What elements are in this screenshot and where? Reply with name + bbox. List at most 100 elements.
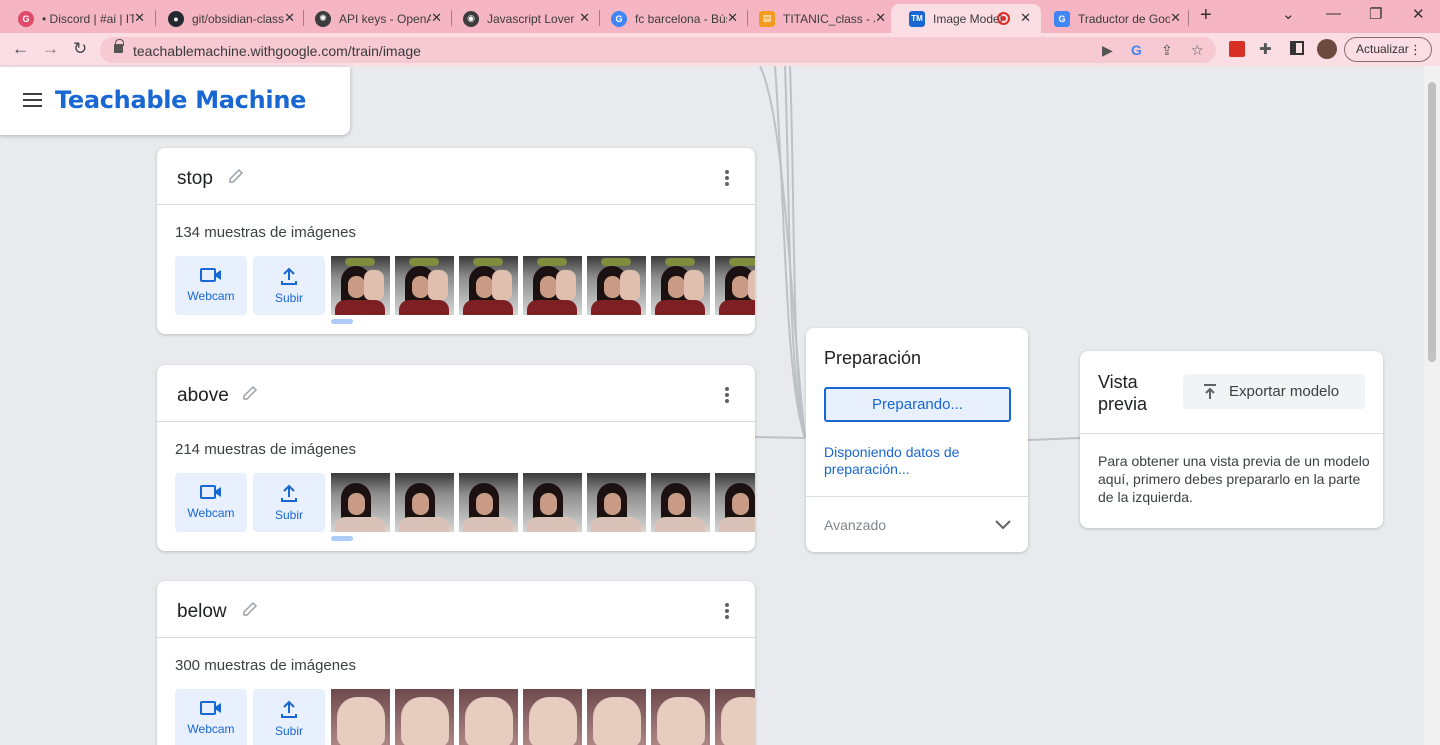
tab-javascript-lover[interactable]: ◉ Javascript Lover ✕	[445, 4, 600, 33]
update-label: Actualizar	[1356, 42, 1409, 56]
sample-thumbnail[interactable]	[331, 473, 390, 532]
tab-google-search[interactable]: G fc barcelona - Bús ✕	[593, 4, 748, 33]
class-options-icon[interactable]	[725, 387, 729, 403]
sample-thumbnail[interactable]	[395, 473, 454, 532]
tab-search-chevron-icon[interactable]: ⌄	[1282, 5, 1295, 23]
google-lens-icon[interactable]: G	[1131, 42, 1142, 58]
preview-card: Vista previa Exportar modelo Para obtene…	[1080, 351, 1383, 528]
divider	[1080, 433, 1383, 434]
class-name[interactable]: below	[177, 601, 227, 623]
sample-thumbnail[interactable]	[523, 473, 582, 532]
update-button[interactable]: Actualizar ⋮	[1344, 37, 1432, 62]
sample-thumbnail[interactable]	[331, 689, 390, 745]
tab-title: TITANIC_class - Ju	[783, 11, 875, 26]
webcam-label: Webcam	[187, 722, 235, 736]
thumbnail-scroll-indicator[interactable]	[331, 536, 353, 541]
upload-button[interactable]: Subir	[253, 689, 325, 745]
train-model-button[interactable]: Preparando...	[824, 387, 1011, 422]
chevron-down-icon[interactable]	[994, 518, 1012, 530]
webcam-button[interactable]: Webcam	[175, 473, 247, 532]
sample-thumbnail[interactable]	[395, 689, 454, 745]
menu-icon[interactable]	[23, 93, 42, 107]
export-model-button[interactable]: Exportar modelo	[1183, 374, 1365, 409]
sample-thumbnail[interactable]	[459, 473, 518, 532]
tab-github[interactable]: ● git/obsidian-class ✕	[150, 4, 305, 33]
class-options-icon[interactable]	[725, 603, 729, 619]
sample-thumbnail[interactable]	[715, 473, 755, 532]
extensions-puzzle-icon[interactable]: ✚	[1259, 40, 1272, 58]
advanced-toggle[interactable]: Avanzado	[824, 517, 886, 533]
more-vert-icon: ⋮	[1409, 42, 1422, 57]
side-panel-icon[interactable]	[1290, 41, 1304, 55]
discord-favicon-icon: G	[18, 10, 34, 27]
sample-thumbnail[interactable]	[587, 473, 646, 532]
sample-thumbnail[interactable]	[715, 256, 755, 315]
upload-label: Subir	[274, 508, 303, 522]
camera-in-use-icon[interactable]: ▶	[1102, 42, 1113, 59]
webcam-button[interactable]: Webcam	[175, 689, 247, 745]
class-name[interactable]: above	[177, 385, 229, 407]
sample-thumbnail[interactable]	[331, 256, 390, 315]
sample-thumbnail[interactable]	[523, 256, 582, 315]
upload-label: Subir	[274, 724, 303, 738]
sample-thumbnail[interactable]	[587, 689, 646, 745]
sample-thumbnail[interactable]	[651, 689, 710, 745]
export-upload-icon	[1204, 384, 1216, 399]
close-tab-icon[interactable]: ✕	[431, 10, 442, 26]
reload-icon[interactable]: ↻	[73, 39, 87, 59]
tab-google-translate[interactable]: G Traductor de Goo ✕	[1036, 4, 1191, 33]
github-favicon-icon: ●	[168, 10, 184, 27]
extension-red-icon[interactable]	[1229, 41, 1245, 57]
training-title: Preparación	[824, 348, 922, 368]
scrollbar-thumb[interactable]	[1428, 82, 1436, 362]
url-text[interactable]: teachablemachine.withgoogle.com/train/im…	[133, 43, 421, 59]
restore-icon[interactable]: ❐	[1369, 5, 1382, 23]
close-tab-icon[interactable]: ✕	[875, 10, 886, 26]
sample-thumbnail[interactable]	[459, 689, 518, 745]
forward-icon[interactable]: →	[42, 39, 59, 59]
upload-icon	[281, 267, 297, 285]
class-header: below	[157, 581, 755, 638]
close-window-icon[interactable]: ✕	[1412, 5, 1425, 23]
close-tab-icon[interactable]: ✕	[1020, 10, 1031, 26]
new-tab-icon[interactable]: +	[1200, 4, 1212, 27]
class-card-below: below 300 muestras de imágenes Webcam Su…	[157, 581, 755, 745]
upload-icon	[281, 700, 297, 718]
tab-openai[interactable]: ✺ API keys - OpenAI ✕	[297, 4, 452, 33]
sample-thumbnail[interactable]	[651, 473, 710, 532]
preview-title: Vista previa	[1098, 372, 1148, 414]
webcam-button[interactable]: Webcam	[175, 256, 247, 315]
tab-image-model[interactable]: TM Image Model ✕	[891, 4, 1041, 33]
class-name[interactable]: stop	[177, 168, 213, 190]
close-tab-icon[interactable]: ✕	[284, 10, 295, 26]
page-scrollbar[interactable]	[1424, 66, 1440, 745]
close-tab-icon[interactable]: ✕	[579, 10, 590, 26]
address-bar[interactable]: teachablemachine.withgoogle.com/train/im…	[100, 37, 1216, 63]
sample-thumbnail[interactable]	[587, 256, 646, 315]
close-tab-icon[interactable]: ✕	[134, 10, 145, 26]
edit-pencil-icon[interactable]	[241, 384, 259, 402]
tab-jupyter[interactable]: ▤ TITANIC_class - Ju ✕	[741, 4, 896, 33]
tab-discord[interactable]: G • Discord | #ai | IT ✕	[0, 4, 155, 33]
back-icon[interactable]: ←	[12, 39, 29, 59]
edit-pencil-icon[interactable]	[227, 167, 245, 185]
thumbnail-scroll-indicator[interactable]	[331, 319, 353, 324]
sample-thumbnail[interactable]	[523, 689, 582, 745]
class-options-icon[interactable]	[725, 170, 729, 186]
sample-thumbnail[interactable]	[715, 689, 755, 745]
sample-thumbnail[interactable]	[459, 256, 518, 315]
upload-button[interactable]: Subir	[253, 473, 325, 532]
app-title[interactable]: Teachable Machine	[55, 86, 306, 114]
class-card-stop: stop 134 muestras de imágenes Webcam Sub…	[157, 148, 755, 334]
minimize-icon[interactable]: —	[1326, 5, 1341, 22]
bookmark-star-icon[interactable]: ☆	[1191, 42, 1204, 59]
tab-strip: G • Discord | #ai | IT ✕ ● git/obsidian-…	[0, 0, 1440, 33]
upload-button[interactable]: Subir	[253, 256, 325, 315]
close-tab-icon[interactable]: ✕	[1170, 10, 1181, 26]
share-icon[interactable]: ⇪	[1161, 42, 1173, 59]
sample-thumbnail[interactable]	[651, 256, 710, 315]
profile-avatar[interactable]	[1317, 39, 1337, 59]
close-tab-icon[interactable]: ✕	[727, 10, 738, 26]
edit-pencil-icon[interactable]	[241, 600, 259, 618]
sample-thumbnail[interactable]	[395, 256, 454, 315]
